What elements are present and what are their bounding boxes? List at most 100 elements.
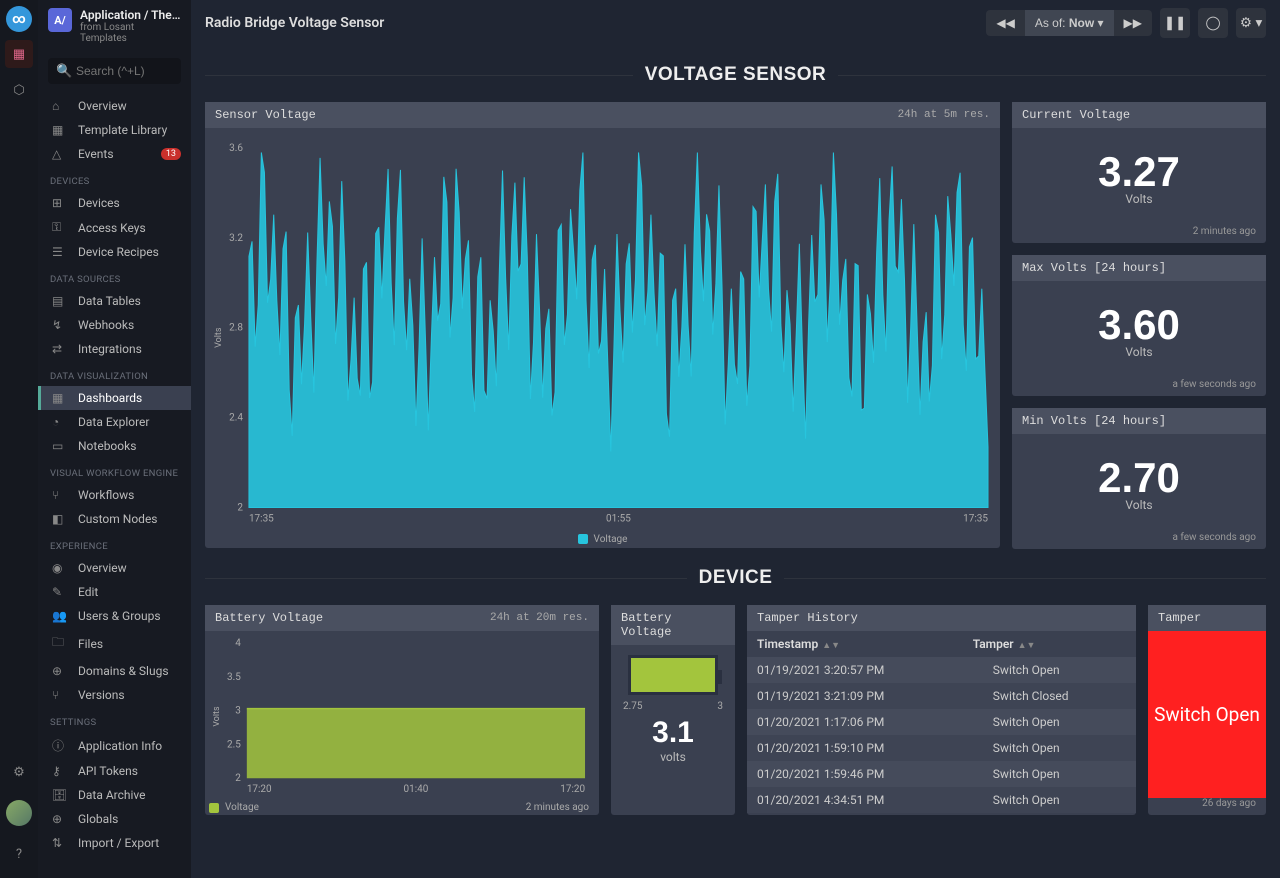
nav-globals[interactable]: ⊕Globals xyxy=(38,807,191,831)
rail-app-icon[interactable]: ▦ xyxy=(5,40,33,68)
nav-custom-nodes[interactable]: ◧Custom Nodes xyxy=(38,507,191,531)
sidebar: A/ Application / The Thin… from Losant T… xyxy=(38,0,191,878)
nav-versions[interactable]: ⑂Versions xyxy=(38,683,191,707)
nav-data-tables[interactable]: ▤Data Tables xyxy=(38,289,191,313)
svg-text:17:20: 17:20 xyxy=(247,784,272,795)
panel-battery-chart: Battery Voltage24h at 20m res. Volts 43.… xyxy=(205,605,599,815)
avatar[interactable] xyxy=(6,800,32,826)
svg-text:2.8: 2.8 xyxy=(229,323,243,334)
svg-text:2: 2 xyxy=(235,773,241,784)
nav-device-recipes[interactable]: ☰Device Recipes xyxy=(38,240,191,264)
nav-files[interactable]: 🗀Files xyxy=(38,628,191,659)
svg-text:01:55: 01:55 xyxy=(606,514,631,525)
settings-button[interactable]: ⚙ ▾ xyxy=(1236,8,1266,38)
battery-icon xyxy=(628,655,718,695)
table-row[interactable]: 01/20/2021 1:59:10 PMSwitch Open xyxy=(747,735,1136,761)
svg-text:17:35: 17:35 xyxy=(963,514,988,525)
search-icon: 🔍 xyxy=(56,64,72,79)
app-header[interactable]: A/ Application / The Thin… from Losant T… xyxy=(38,0,191,52)
table-row[interactable]: 01/20/2021 4:34:51 PMSwitch Open xyxy=(747,787,1136,813)
svg-text:17:35: 17:35 xyxy=(249,514,274,525)
svg-text:3.5: 3.5 xyxy=(227,672,241,683)
topbar: Radio Bridge Voltage Sensor ◀◀ As of: No… xyxy=(191,0,1280,46)
nav-icon: 🗄 xyxy=(52,788,68,802)
nav-icon: ⑂ xyxy=(52,688,68,702)
nav-integrations[interactable]: ⇄Integrations xyxy=(38,337,191,361)
nav-events[interactable]: △Events13 xyxy=(38,142,191,166)
nav-icon: ⊕ xyxy=(52,812,68,826)
nav-template-library[interactable]: ▦Template Library xyxy=(38,118,191,142)
nav-icon: ⓘ xyxy=(52,737,68,754)
logo-icon[interactable]: ∞ xyxy=(6,6,32,32)
asof-button[interactable]: As of: Now ▾ xyxy=(1025,10,1114,36)
kpi-time: 2 minutes ago xyxy=(1012,226,1266,243)
nav-icon: ⌂ xyxy=(52,99,68,113)
app-subtitle: from Losant Templates xyxy=(80,22,181,44)
nav-icon: ◧ xyxy=(52,512,68,526)
table-row[interactable]: 01/20/2021 1:17:06 PMSwitch Open xyxy=(747,709,1136,735)
nav-overview[interactable]: ⌂Overview xyxy=(38,94,191,118)
nav-icon: ☰ xyxy=(52,245,68,259)
kpi-value: 3.27 xyxy=(1098,148,1180,196)
panel-max-voltage: Max Volts [24 hours] 3.60Volts a few sec… xyxy=(1012,255,1266,396)
nav-overview[interactable]: ◉Overview xyxy=(38,556,191,580)
rail-settings-icon[interactable]: ⚙ xyxy=(5,758,33,786)
nav-icon: 👥 xyxy=(52,609,68,623)
section-voltage: VOLTAGE SENSOR xyxy=(205,64,1266,86)
table-row[interactable]: 01/19/2021 3:20:57 PMSwitch Open xyxy=(747,657,1136,683)
nav-icon: ▦ xyxy=(52,123,68,137)
gauge-value: 3.1 xyxy=(652,716,694,750)
col-tamper[interactable]: Tamper▲▼ xyxy=(963,631,1136,657)
nav-icon: ◔ xyxy=(52,415,68,429)
svg-text:17:20: 17:20 xyxy=(560,784,585,795)
nav-workflows[interactable]: ⑂Workflows xyxy=(38,483,191,507)
panel-title: Sensor Voltage xyxy=(215,108,316,122)
svg-text:2.4: 2.4 xyxy=(229,413,243,424)
pause-button[interactable]: ❚❚ xyxy=(1160,8,1190,38)
refresh-button[interactable]: ◯ xyxy=(1198,8,1228,38)
nav-api-tokens[interactable]: ⚷API Tokens xyxy=(38,759,191,783)
nav-section: EXPERIENCE xyxy=(38,531,191,556)
nav-users-groups[interactable]: 👥Users & Groups xyxy=(38,604,191,628)
nav-dashboards[interactable]: ▦Dashboards xyxy=(38,386,191,410)
rail-cube-icon[interactable]: ⬡ xyxy=(5,76,33,104)
svg-text:3: 3 xyxy=(235,706,241,717)
nav-section: DATA SOURCES xyxy=(38,264,191,289)
help-icon[interactable]: ? xyxy=(5,840,33,868)
legend-swatch xyxy=(578,534,588,544)
nav-access-keys[interactable]: ⚿Access Keys xyxy=(38,215,191,240)
app-badge: A/ xyxy=(48,8,72,32)
svg-text:3.6: 3.6 xyxy=(229,143,243,154)
nav-section: SETTINGS xyxy=(38,707,191,732)
svg-text:Volts: Volts xyxy=(214,327,224,348)
app-title: Application / The Thin… xyxy=(80,8,181,22)
nav-icon: ▭ xyxy=(52,439,68,453)
nav-notebooks[interactable]: ▭Notebooks xyxy=(38,434,191,458)
icon-rail: ∞ ▦ ⬡ ⚙ ? xyxy=(0,0,38,878)
nav-data-archive[interactable]: 🗄Data Archive xyxy=(38,783,191,807)
nav-data-explorer[interactable]: ◔Data Explorer xyxy=(38,410,191,434)
forward-button[interactable]: ▶▶ xyxy=(1114,10,1152,36)
panel-battery-gauge: Battery Voltage 2.753 3.1 volts xyxy=(611,605,735,815)
table-row[interactable]: 01/19/2021 3:21:09 PMSwitch Closed xyxy=(747,683,1136,709)
nav-icon: ▤ xyxy=(52,294,68,308)
panel-tamper-history: Tamper History Timestamp▲▼ Tamper▲▼ 01/1… xyxy=(747,605,1136,815)
table-row[interactable]: 01/20/2021 1:59:46 PMSwitch Open xyxy=(747,761,1136,787)
nav-edit[interactable]: ✎Edit xyxy=(38,580,191,604)
nav-section: DEVICES xyxy=(38,166,191,191)
nav-icon: ◉ xyxy=(52,561,68,575)
nav-icon: ⚿ xyxy=(52,220,68,235)
svg-text:Volts: Volts xyxy=(213,706,222,727)
rewind-button[interactable]: ◀◀ xyxy=(986,10,1024,36)
panel-sensor-voltage: Sensor Voltage 24h at 5m res. Volts 3.6 3.… xyxy=(205,102,1000,548)
page-title: Radio Bridge Voltage Sensor xyxy=(205,15,384,31)
col-timestamp[interactable]: Timestamp▲▼ xyxy=(747,631,963,657)
nav-webhooks[interactable]: ↯Webhooks xyxy=(38,313,191,337)
nav-application-info[interactable]: ⓘApplication Info xyxy=(38,732,191,759)
panel-meta: 24h at 5m res. xyxy=(898,109,990,121)
svg-text:3.2: 3.2 xyxy=(229,233,243,244)
nav-import-export[interactable]: ⇅Import / Export xyxy=(38,831,191,855)
section-device: DEVICE xyxy=(205,567,1266,589)
nav-domains-slugs[interactable]: ⊕Domains & Slugs xyxy=(38,659,191,683)
nav-devices[interactable]: ⊞Devices xyxy=(38,191,191,215)
